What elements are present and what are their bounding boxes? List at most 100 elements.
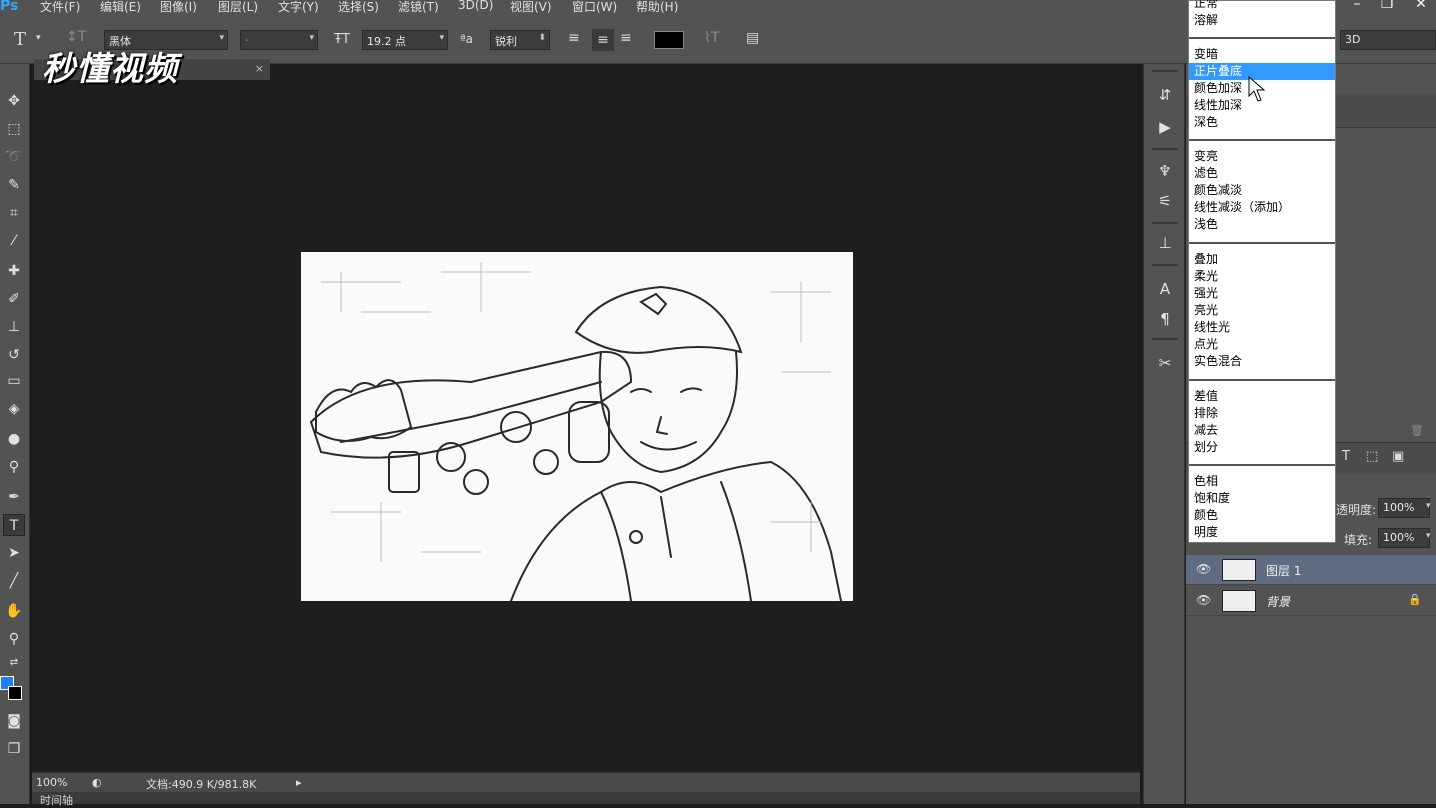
history-brush-tool-icon[interactable]: ↺ — [3, 344, 25, 366]
hand-tool-icon[interactable]: ✋ — [3, 600, 25, 622]
paragraph-panel-icon[interactable]: ¶ — [1154, 308, 1176, 330]
paint-bucket-tool-icon[interactable]: ◈ — [3, 398, 25, 420]
warp-text-icon[interactable]: ⌇T — [704, 30, 719, 46]
history-panel-icon[interactable]: ⇵ — [1154, 84, 1176, 106]
opacity-input[interactable]: 100% — [1378, 498, 1430, 518]
swap-colors-icon[interactable]: ⇄ — [3, 652, 25, 674]
quick-mask-icon[interactable]: ◙ — [3, 710, 25, 732]
blend-option-soft-light[interactable]: 柔光 — [1189, 268, 1335, 285]
blend-option-difference[interactable]: 差值 — [1189, 388, 1335, 405]
chevron-down-icon[interactable]: ▾ — [1426, 531, 1431, 541]
zoom-tool-icon[interactable]: ⚲ — [3, 628, 25, 650]
type-tool-preset-icon[interactable]: T — [14, 29, 26, 50]
menu-window[interactable]: 窗口(W) — [572, 0, 617, 15]
blend-option-overlay[interactable]: 叠加 — [1189, 251, 1335, 268]
timeline-tab[interactable]: 时间轴 — [32, 792, 1140, 807]
blend-option-linear-light[interactable]: 线性光 — [1189, 319, 1335, 336]
info-icon[interactable]: ◐ — [92, 776, 102, 789]
blend-option-hue[interactable]: 色相 — [1189, 473, 1335, 490]
clone-source-panel-icon[interactable]: ⊥ — [1154, 232, 1176, 254]
menu-3d[interactable]: 3D(D) — [458, 0, 493, 12]
blend-option-dissolve[interactable]: 溶解 — [1189, 12, 1335, 29]
character-panel-icon[interactable]: ▤ — [746, 30, 759, 46]
type-tool-icon[interactable]: T — [3, 514, 25, 536]
trash-icon[interactable]: 🗑 — [1410, 424, 1424, 437]
blend-option-pin-light[interactable]: 点光 — [1189, 336, 1335, 353]
chevron-down-icon[interactable]: ▾ — [1426, 501, 1431, 511]
eyedropper-tool-icon[interactable]: ⁄ — [3, 230, 25, 252]
blend-option-hard-mix[interactable]: 实色混合 — [1189, 353, 1335, 370]
blend-option-exclusion[interactable]: 排除 — [1189, 405, 1335, 422]
blend-option-luminosity[interactable]: 明度 — [1189, 524, 1335, 541]
status-menu-arrow-icon[interactable]: ▸ — [296, 776, 302, 789]
close-window-button[interactable]: ✕ — [1406, 0, 1436, 14]
menu-image[interactable]: 图像(I) — [160, 0, 197, 15]
visibility-eye-icon[interactable]: 👁 — [1196, 593, 1211, 607]
blend-option-darker-color[interactable]: 深色 — [1189, 114, 1335, 131]
clone-stamp-tool-icon[interactable]: ⊥ — [3, 316, 25, 338]
blend-option-color[interactable]: 颜色 — [1189, 507, 1335, 524]
background-color-swatch[interactable] — [8, 686, 22, 700]
zoom-level[interactable]: 100% — [36, 776, 67, 789]
document-image[interactable] — [301, 252, 853, 601]
text-filter-icon[interactable]: T — [1342, 449, 1350, 464]
menu-select[interactable]: 选择(S) — [338, 0, 379, 15]
restore-button[interactable]: ❐ — [1372, 0, 1402, 14]
dodge-tool-icon[interactable]: ⚲ — [3, 456, 25, 478]
layer-row-background[interactable]: 👁 背景 🔒 — [1186, 586, 1436, 616]
marquee-tool-icon[interactable]: ⬚ — [3, 118, 25, 140]
blend-option-subtract[interactable]: 减去 — [1189, 422, 1335, 439]
move-tool-icon[interactable]: ✥ — [3, 90, 25, 112]
text-color-swatch[interactable] — [654, 31, 684, 49]
visibility-eye-icon[interactable]: 👁 — [1196, 562, 1211, 576]
screen-mode-icon[interactable]: ❐ — [3, 738, 25, 760]
antialias-select[interactable]: 锐利 ⬍ — [490, 30, 550, 50]
workspace-select[interactable]: 3D — [1340, 30, 1436, 50]
menu-file[interactable]: 文件(F) — [40, 0, 80, 15]
menu-type[interactable]: 文字(Y) — [278, 0, 319, 15]
pen-tool-icon[interactable]: ✒ — [3, 486, 25, 508]
menu-edit[interactable]: 编辑(E) — [100, 0, 141, 15]
menu-view[interactable]: 视图(V) — [510, 0, 552, 15]
brush-panel-icon[interactable]: ♆ — [1154, 160, 1176, 182]
blend-option-normal[interactable]: 正常 — [1189, 0, 1335, 12]
blend-option-saturation[interactable]: 饱和度 — [1189, 490, 1335, 507]
adjustments-panel-icon[interactable]: ⚟ — [1154, 190, 1176, 212]
menu-help[interactable]: 帮助(H) — [636, 0, 678, 15]
blend-option-lighter-color[interactable]: 浅色 — [1189, 216, 1335, 233]
font-size-select[interactable]: 19.2 点 ▾ — [362, 30, 448, 50]
menu-layer[interactable]: 图层(L) — [218, 0, 258, 15]
blend-option-divide[interactable]: 划分 — [1189, 439, 1335, 456]
blend-option-darken[interactable]: 变暗 — [1189, 46, 1335, 63]
tool-presets-panel-icon[interactable]: ✂ — [1154, 352, 1176, 374]
blend-option-linear-dodge[interactable]: 线性减淡（添加） — [1189, 199, 1335, 216]
blend-option-lighten[interactable]: 变亮 — [1189, 148, 1335, 165]
blend-option-hard-light[interactable]: 强光 — [1189, 285, 1335, 302]
quick-select-tool-icon[interactable]: ✎ — [3, 174, 25, 196]
eraser-tool-icon[interactable]: ▭ — [3, 370, 25, 392]
blend-option-color-dodge[interactable]: 颜色减淡 — [1189, 182, 1335, 199]
shape-filter-icon[interactable]: ⬚ — [1366, 449, 1378, 464]
healing-brush-tool-icon[interactable]: ✚ — [3, 260, 25, 282]
chevron-down-icon[interactable]: ▾ — [36, 33, 41, 43]
layer-name[interactable]: 图层 1 — [1266, 562, 1301, 579]
brush-tool-icon[interactable]: ✐ — [3, 288, 25, 310]
line-tool-icon[interactable]: ╱ — [3, 570, 25, 592]
path-select-tool-icon[interactable]: ➤ — [3, 542, 25, 564]
lasso-tool-icon[interactable]: ➰ — [3, 146, 25, 168]
layer-name[interactable]: 背景 — [1266, 593, 1290, 610]
align-left-icon[interactable]: ≡ — [568, 30, 580, 46]
actions-panel-icon[interactable]: ▶ — [1154, 116, 1176, 138]
blend-option-screen[interactable]: 滤色 — [1189, 165, 1335, 182]
fill-input[interactable]: 100% — [1378, 528, 1430, 548]
smart-object-filter-icon[interactable]: ▣ — [1392, 449, 1404, 464]
blend-option-vivid-light[interactable]: 亮光 — [1189, 302, 1335, 319]
align-center-icon[interactable]: ≡ — [592, 29, 614, 51]
crop-tool-icon[interactable]: ⌗ — [3, 202, 25, 224]
blur-tool-icon[interactable]: ● — [3, 428, 25, 450]
menu-filter[interactable]: 滤镜(T) — [398, 0, 439, 15]
layer-row-layer1[interactable]: 👁 图层 1 — [1186, 555, 1436, 585]
minimize-button[interactable]: – — [1342, 0, 1372, 14]
align-right-icon[interactable]: ≡ — [620, 30, 632, 46]
character-panel-icon[interactable]: A — [1154, 278, 1176, 300]
